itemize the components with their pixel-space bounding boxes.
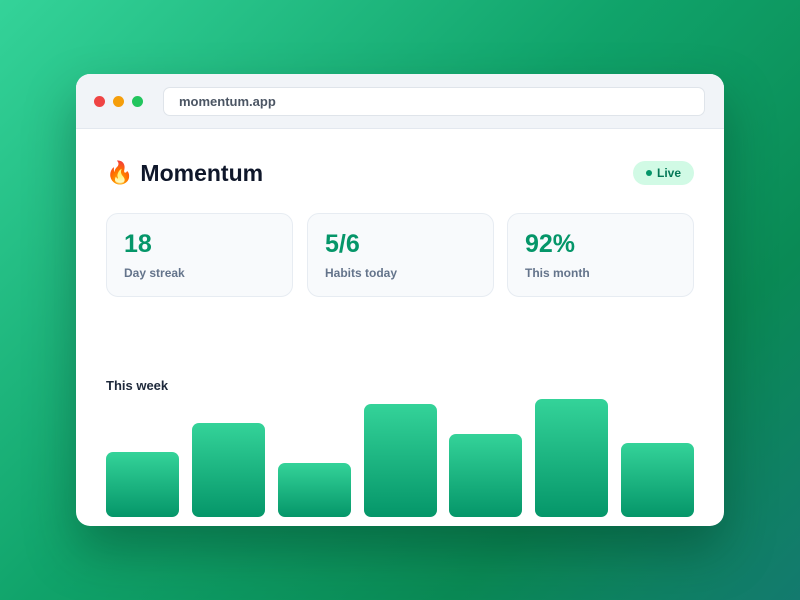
stat-card-habits-today: 5/6 Habits today [307,213,494,297]
stat-value: 18 [124,230,152,258]
stat-label: This month [525,266,590,280]
week-section-title: This week [106,378,169,393]
chart-bar-2 [278,463,351,517]
app-header: 🔥 Momentum [106,159,263,187]
address-bar[interactable]: momentum.app [163,87,705,116]
live-badge-label: Live [656,166,681,180]
minimize-window-button[interactable] [113,96,124,107]
maximize-window-button[interactable] [132,96,143,107]
live-status-badge: Live [632,161,694,185]
stat-card-day-streak: 18 Day streak [106,213,293,297]
fire-icon: 🔥 [106,160,134,185]
stats-row: 18 Day streak 5/6 Habits today 92% This … [106,213,694,297]
chart-bar-3 [364,404,437,517]
live-dot-icon [645,170,652,176]
stat-label: Day streak [124,266,185,280]
weekly-bar-chart: MTWTFSS [106,399,694,526]
browser-window: momentum.app 🔥 Momentum Live 18 Day stre… [76,74,724,526]
chart-bar-0 [106,452,179,517]
chart-bar-6 [621,443,694,517]
chart-bar-1 [192,423,265,517]
close-window-button[interactable] [94,96,105,107]
stat-value: 92% [525,230,576,258]
chart-bar-4 [449,434,522,517]
browser-titlebar: momentum.app [76,74,724,129]
stat-value: 5/6 [325,230,360,258]
stat-label: Habits today [325,266,398,280]
app-content: 🔥 Momentum Live 18 Day streak 5/6 Habits… [76,129,724,526]
stat-card-this-month: 92% This month [507,213,694,297]
chart-bar-5 [535,399,608,517]
app-title: Momentum [140,160,264,186]
